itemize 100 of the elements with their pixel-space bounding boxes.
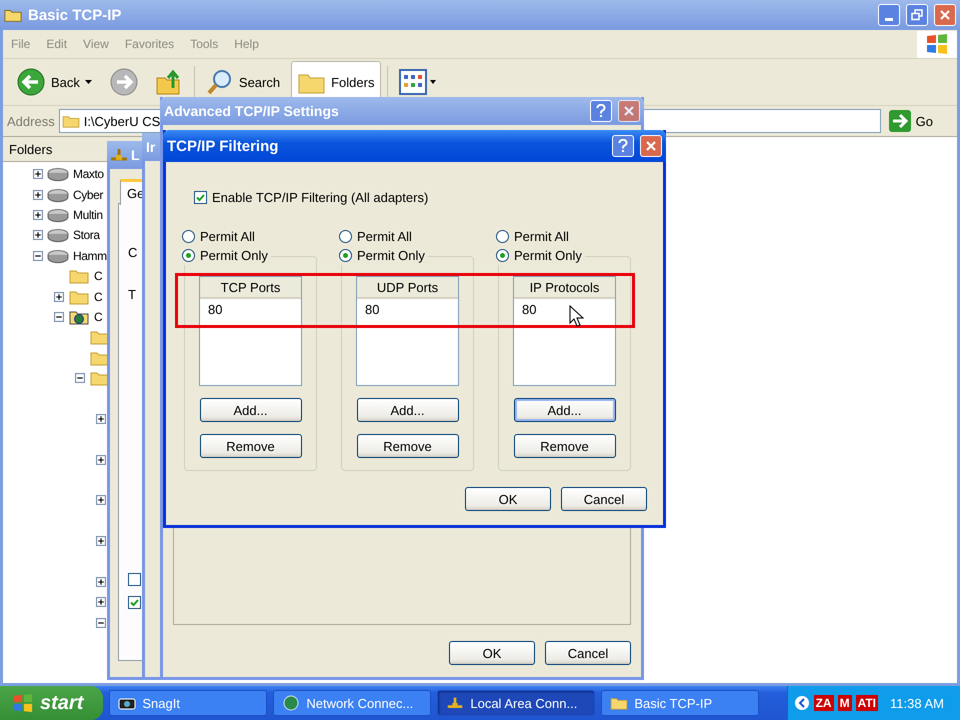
taskbar-button[interactable]: Local Area Conn... (437, 690, 596, 716)
tree-item[interactable]: C (94, 290, 102, 304)
clock: 11:38 AM (890, 696, 944, 710)
window-title: Basic TCP-IP (28, 6, 122, 24)
close-icon (645, 140, 657, 152)
radio-button[interactable] (339, 249, 352, 262)
tray-icon[interactable]: M (838, 695, 852, 711)
search-icon (206, 68, 234, 96)
dialog-button[interactable]: Add... (200, 398, 302, 422)
address-label: Address (7, 114, 55, 128)
folder-icon (68, 268, 90, 284)
dialog-button[interactable]: OK (449, 641, 535, 665)
radio-label[interactable]: Permit Only (514, 248, 582, 263)
column-header[interactable]: TCP Ports (200, 277, 301, 299)
drive-icon (47, 166, 69, 182)
restore-icon (911, 9, 923, 21)
close-icon (939, 9, 951, 21)
radio-button[interactable] (182, 230, 195, 243)
views-icon[interactable] (399, 68, 438, 96)
field-label: T (128, 287, 136, 302)
radio-button[interactable] (182, 249, 195, 262)
dialog-button[interactable]: Remove (356, 434, 458, 458)
tree-item[interactable]: Stora (73, 228, 100, 242)
tray-icon[interactable]: ATI (856, 695, 878, 711)
expand-icon[interactable] (33, 169, 43, 180)
collapse-icon[interactable] (75, 373, 85, 384)
close-icon (623, 105, 635, 117)
chevron-icon[interactable] (794, 695, 810, 711)
tree-item[interactable]: C (94, 310, 102, 324)
drive-icon (47, 227, 69, 244)
dropdown-arrow-icon[interactable] (84, 79, 93, 85)
radio-button[interactable] (496, 230, 509, 243)
list-box[interactable]: UDP Ports 80 (356, 276, 459, 386)
checkbox[interactable] (128, 573, 141, 586)
column-header[interactable]: IP Protocols (514, 277, 615, 299)
expand-icon[interactable] (96, 414, 106, 424)
expand-icon[interactable] (33, 210, 43, 220)
checkbox[interactable] (128, 596, 141, 609)
dialog-button[interactable]: Add... (356, 398, 458, 422)
expand-icon[interactable] (54, 292, 64, 302)
dialog-button[interactable]: Remove (200, 434, 302, 458)
windows-flag-icon (12, 693, 34, 713)
drive-icon (47, 206, 69, 223)
expand-icon[interactable] (96, 536, 106, 546)
dialog-button[interactable]: Cancel (545, 641, 631, 665)
collapse-icon[interactable] (96, 618, 106, 628)
radio-label[interactable]: Permit Only (200, 248, 268, 263)
taskbar-button[interactable]: Network Connec... (273, 690, 432, 716)
expand-icon[interactable] (96, 495, 106, 506)
drive-icon (47, 248, 69, 264)
expand-icon[interactable] (33, 230, 43, 240)
expand-icon[interactable] (96, 454, 106, 465)
tree-item[interactable]: Multin (73, 208, 103, 222)
dialog-title: Advanced TCP/IP Settings (164, 103, 339, 119)
radio-button[interactable] (339, 230, 352, 243)
radio-label[interactable]: Permit Only (357, 248, 425, 263)
dialog-button[interactable]: Cancel (561, 487, 647, 511)
list-item[interactable]: 80 (208, 302, 222, 317)
column-header[interactable]: UDP Ports (357, 277, 458, 299)
minimize-icon (885, 18, 893, 20)
radio-label[interactable]: Permit All (200, 229, 255, 244)
dialog-button[interactable]: Add... (514, 398, 616, 422)
expand-icon[interactable] (96, 577, 106, 587)
close-button[interactable] (640, 135, 662, 157)
checkbox-label[interactable]: Enable TCP/IP Filtering (All adapters) (212, 190, 428, 205)
dialog-button[interactable]: Remove (514, 434, 616, 458)
collapse-icon[interactable] (33, 250, 43, 261)
folder-icon (610, 696, 628, 710)
back-button[interactable]: Back (11, 63, 98, 101)
list-item[interactable]: 80 (522, 302, 536, 317)
network-icon (446, 695, 464, 711)
expand-icon[interactable] (96, 597, 106, 608)
mouse-pointer-icon (569, 305, 585, 329)
expand-icon[interactable] (33, 190, 43, 200)
dialog-title: L (131, 147, 140, 163)
question-mark-icon (618, 139, 628, 153)
tree-item[interactable]: C (94, 269, 102, 284)
checkbox[interactable] (194, 191, 207, 204)
camera-icon (118, 696, 136, 710)
go-button[interactable]: Go (884, 110, 953, 132)
tree-item[interactable]: Maxto (73, 167, 104, 182)
taskbar-button[interactable]: SnagIt (109, 690, 268, 716)
taskbar-button[interactable]: Basic TCP-IP (601, 690, 760, 716)
help-button[interactable] (612, 135, 634, 157)
radio-label[interactable]: Permit All (357, 229, 412, 244)
globe-icon (282, 694, 300, 712)
radio-button[interactable] (496, 249, 509, 262)
collapse-icon[interactable] (54, 312, 64, 322)
radio-label[interactable]: Permit All (514, 229, 569, 244)
tree-item[interactable]: Hamm (73, 248, 107, 263)
tree-item[interactable]: Cyber (73, 188, 104, 202)
dialog-button[interactable]: OK (465, 487, 551, 511)
list-item[interactable]: 80 (365, 302, 380, 317)
list-box[interactable]: IP Protocols 80 (513, 276, 616, 386)
start-button[interactable]: start (0, 686, 104, 720)
search-button[interactable]: Search (200, 64, 286, 100)
tray-icon[interactable]: ZA (814, 695, 834, 711)
dialog-title: Ir (146, 139, 156, 155)
list-box[interactable]: TCP Ports 80 (199, 276, 302, 386)
folder-icon (62, 114, 80, 128)
